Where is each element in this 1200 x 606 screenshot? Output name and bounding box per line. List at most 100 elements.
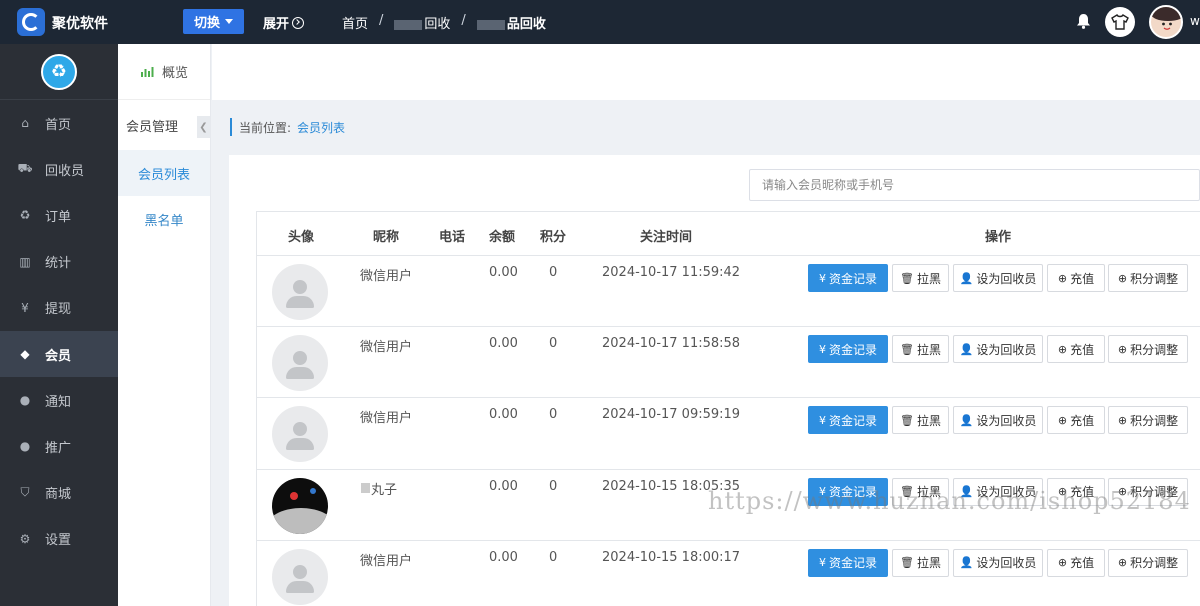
switch-label: 切换 [193, 16, 220, 31]
table-row: 微信用户 0.00 0 2024-10-17 11:58:58 ¥ 资金记录 🗑 拉黑 👤 设为回… [257, 327, 1200, 399]
sidebar-item-4[interactable]: ¥ 提现 [0, 285, 118, 331]
set-recycler-button[interactable]: 👤 设为回收员 [953, 335, 1043, 364]
expand-button[interactable]: 展开 [263, 13, 305, 32]
col-points: 积分 [540, 230, 567, 245]
set-recycler-button[interactable]: 👤 设为回收员 [953, 264, 1043, 292]
theme-shirt-icon[interactable] [1105, 7, 1135, 37]
collapse-left-icon[interactable]: ❮ [197, 116, 210, 138]
bar-chart-icon [141, 66, 154, 77]
bell-icon[interactable] [1076, 13, 1091, 29]
sidebar-logo: ♻ [0, 44, 118, 100]
search-input[interactable] [749, 169, 1200, 201]
member-balance: 0.00 [489, 265, 518, 280]
top-bar: 聚优软件 切换 展开 首页 / 回收 / 品回收 w [0, 0, 1200, 44]
col-balance: 余额 [489, 230, 516, 245]
points-adjust-button[interactable]: ⊕ 积分调整 [1108, 548, 1188, 577]
points-adjust-button[interactable]: ⊕ 积分调整 [1108, 264, 1188, 292]
user-icon: 👤 [959, 342, 974, 356]
recharge-button[interactable]: ⊕ 充值 [1047, 548, 1105, 577]
sidebar-item-7[interactable]: ● 推广 [0, 423, 118, 469]
recharge-button[interactable]: ⊕ 充值 [1047, 406, 1105, 435]
funds-record-button[interactable]: ¥ 资金记录 [808, 264, 888, 292]
trash-icon: 🗑 [900, 271, 914, 285]
user-avatar[interactable] [1149, 5, 1183, 39]
sidebar-item-8[interactable]: ⛉ 商城 [0, 470, 118, 516]
expand-label: 展开 [263, 17, 290, 32]
member-nickname: 丸子 [371, 482, 398, 498]
breadcrumb-home[interactable]: 首页 [342, 13, 368, 32]
member-avatar [272, 264, 328, 320]
member-follow-time: 2024-10-17 09:59:19 [602, 407, 741, 423]
blacklist-button[interactable]: 🗑 拉黑 [892, 548, 949, 577]
plus-circle-icon: ⊕ [1057, 413, 1068, 427]
sidebar-item-label: 提现 [45, 302, 72, 318]
trash-icon: 🗑 [900, 556, 914, 570]
breadcrumb-recycle[interactable]: 回收 [394, 13, 450, 32]
sidebar-item-label: 会员 [45, 348, 72, 364]
recharge-button[interactable]: ⊕ 充值 [1047, 264, 1105, 292]
blacklist-button[interactable]: 🗑 拉黑 [892, 264, 949, 292]
set-recycler-button[interactable]: 👤 设为回收员 [953, 548, 1043, 577]
plus-circle-icon: ⊕ [1117, 342, 1128, 356]
funds-record-button[interactable]: ¥ 资金记录 [808, 406, 888, 435]
overview-link[interactable]: 概览 [118, 44, 210, 100]
sidebar-item-6[interactable]: ● 通知 [0, 377, 118, 423]
sidebar-item-label: 通知 [45, 394, 72, 410]
member-balance: 0.00 [489, 478, 518, 494]
member-points: 0 [549, 549, 558, 565]
trash-icon: 🗑 [900, 342, 914, 356]
sidebar-item-label: 首页 [45, 117, 72, 133]
comments-icon: ● [19, 393, 31, 408]
location-current[interactable]: 会员列表 [297, 119, 345, 136]
col-nickname: 昵称 [373, 230, 400, 245]
member-nickname: 微信用户 [360, 340, 413, 356]
sub-item-member-list[interactable]: 会员列表 [118, 150, 210, 196]
table-row: 微信用户 0.00 0 2024-10-17 11:59:42 ¥ 资金记录 🗑 拉黑 👤 设为回… [257, 256, 1200, 328]
sidebar-item-1[interactable]: ⛟ 回收员 [0, 146, 118, 192]
location-prefix: 当前位置: [239, 120, 292, 135]
watermark: https://www.huzhan.com/ishop52184 [708, 487, 1191, 515]
set-recycler-button[interactable]: 👤 设为回收员 [953, 406, 1043, 435]
member-balance: 0.00 [489, 407, 518, 423]
sidebar-item-9[interactable]: ⚙ 设置 [0, 516, 118, 562]
blacklist-button[interactable]: 🗑 拉黑 [892, 406, 949, 435]
member-points: 0 [549, 265, 558, 280]
sidebar-item-5[interactable]: ◆ 会员 [0, 330, 118, 378]
sidebar-item-label: 推广 [45, 440, 72, 456]
username[interactable]: w [1190, 14, 1200, 28]
member-nickname: 微信用户 [360, 553, 413, 569]
member-follow-time: 2024-10-17 11:59:42 [602, 265, 741, 280]
member-management-label: 会员管理 [126, 119, 179, 135]
points-adjust-button[interactable]: ⊕ 积分调整 [1108, 335, 1188, 364]
yen-icon: ¥ [818, 413, 826, 427]
switch-button[interactable]: 切换 [183, 9, 244, 34]
points-adjust-button[interactable]: ⊕ 积分调整 [1108, 406, 1188, 435]
plus-circle-icon: ⊕ [1057, 271, 1068, 285]
overview-label: 概览 [162, 66, 189, 81]
plus-circle-icon: ⊕ [1057, 556, 1068, 570]
brand-name: 聚优软件 [52, 16, 108, 32]
sidebar-item-label: 设置 [45, 533, 72, 549]
content-header [212, 44, 1200, 100]
tag-icon: ◆ [20, 347, 30, 362]
sub-item-blacklist[interactable]: 黑名单 [118, 196, 210, 242]
col-phone: 电话 [439, 230, 466, 245]
sidebar-item-3[interactable]: ▥ 统计 [0, 239, 118, 285]
sidebar-item-0[interactable]: ⌂ 首页 [0, 100, 118, 146]
breadcrumb-current: 品回收 [476, 13, 546, 32]
brand-logo-icon[interactable] [17, 8, 45, 36]
funds-record-button[interactable]: ¥ 资金记录 [808, 548, 888, 577]
yen-icon: ¥ [21, 300, 29, 315]
sidebar-item-label: 回收员 [45, 163, 85, 179]
member-follow-time: 2024-10-17 11:58:58 [602, 336, 741, 352]
gear-icon: ⚙ [19, 531, 31, 546]
recharge-button[interactable]: ⊕ 充值 [1047, 335, 1105, 364]
member-table: 头像 昵称 电话 余额 积分 关注时间 操作 微信用户 0.00 0 2024-10-… [256, 211, 1200, 606]
yen-icon: ¥ [818, 556, 826, 570]
sidebar-item-label: 订单 [45, 209, 72, 225]
blacklist-button[interactable]: 🗑 拉黑 [892, 335, 949, 364]
sidebar-item-2[interactable]: ♻ 订单 [0, 192, 118, 238]
member-points: 0 [549, 478, 558, 494]
member-points: 0 [549, 407, 558, 423]
funds-record-button[interactable]: ¥ 资金记录 [808, 335, 888, 364]
